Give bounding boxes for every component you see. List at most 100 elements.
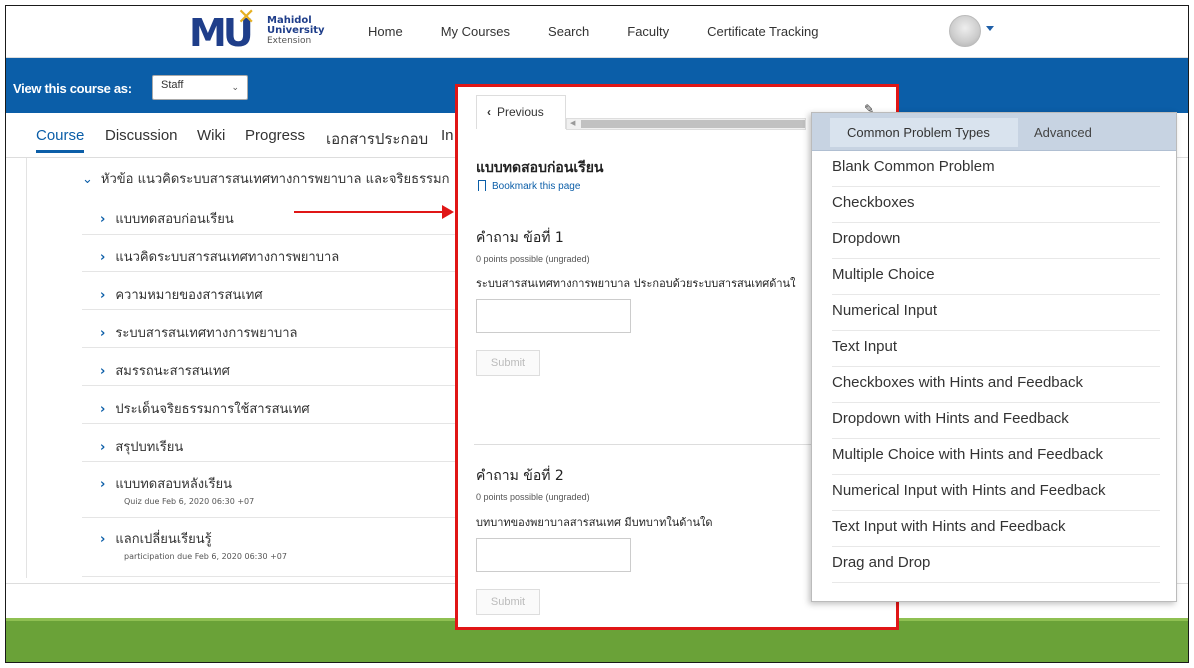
bookmark-icon	[478, 180, 486, 191]
divider	[82, 309, 462, 310]
chevron-right-icon: ›	[100, 402, 106, 417]
question-title: คำถาม ข้อที่ 2	[476, 468, 564, 484]
outline-item-label: ระบบสารสนเทศทางการพยาบาล	[115, 326, 298, 341]
menu-item-dropdown-hints[interactable]: Dropdown with Hints and Feedback	[832, 403, 1160, 439]
problem-type-menu: Common Problem Types Advanced Blank Comm…	[811, 112, 1177, 602]
tab-documents[interactable]: เอกสารประกอบ	[326, 127, 428, 151]
nav-link-certificate-tracking[interactable]: Certificate Tracking	[707, 24, 818, 39]
outline-section-title: หัวข้อ แนวคิดระบบสารสนเทศทางการพยาบาล แล…	[100, 172, 450, 187]
view-as-label: View this course as:	[13, 81, 132, 96]
menu-item-numerical-input[interactable]: Numerical Input	[832, 295, 1160, 331]
question-points: 0 points possible (ungraded)	[476, 492, 590, 502]
logo-line-3: Extension	[267, 36, 312, 46]
chevron-left-icon: ‹	[487, 105, 491, 119]
outline-divider	[26, 158, 27, 578]
menu-item-checkboxes-hints[interactable]: Checkboxes with Hints and Feedback	[832, 367, 1160, 403]
question-title: คำถาม ข้อที่ 1	[476, 230, 564, 246]
tab-discussion[interactable]: Discussion	[105, 127, 178, 144]
question-text: บทบาทของพยาบาลสารสนเทศ มีบทบาทในด้านใด	[476, 516, 713, 529]
divider	[82, 385, 462, 386]
question-text: ระบบสารสนเทศทางการพยาบาล ประกอบด้วยระบบส…	[476, 277, 796, 290]
chevron-right-icon: ›	[100, 212, 106, 227]
menu-item-text-input-hints[interactable]: Text Input with Hints and Feedback	[832, 511, 1160, 547]
divider	[82, 576, 462, 577]
divider	[82, 423, 462, 424]
horizontal-scrollbar[interactable]: ◀	[566, 118, 806, 130]
outline-item[interactable]: › ประเด็นจริยธรรมการใช้สารสนเทศ	[100, 398, 310, 419]
tab-advanced[interactable]: Advanced	[1034, 125, 1092, 140]
answer-input[interactable]	[476, 299, 631, 333]
bookmark-label: Bookmark this page	[492, 181, 581, 192]
outline-item-label: ประเด็นจริยธรรมการใช้สารสนเทศ	[115, 402, 310, 417]
bookmark-link[interactable]: Bookmark this page	[478, 180, 580, 192]
chevron-right-icon: ›	[100, 250, 106, 265]
logo-line-2: University	[267, 25, 325, 36]
submit-button[interactable]: Submit	[476, 350, 540, 376]
annotation-arrow-head-icon	[442, 205, 454, 219]
tab-common-problem-types[interactable]: Common Problem Types	[830, 118, 1018, 147]
user-avatar[interactable]	[949, 15, 981, 47]
menu-item-drag-and-drop[interactable]: Drag and Drop	[832, 547, 1160, 583]
outline-item[interactable]: › สมรรถนะสารสนเทศ	[100, 360, 230, 381]
divider	[82, 347, 462, 348]
outline-item[interactable]: › แนวคิดระบบสารสนเทศทางการพยาบาล	[100, 246, 339, 267]
user-menu-caret-icon[interactable]	[986, 26, 994, 31]
divider	[82, 461, 462, 462]
view-as-selected-value: Staff	[161, 79, 184, 91]
question-points: 0 points possible (ungraded)	[476, 254, 590, 264]
outline-item-label: สมรรถนะสารสนเทศ	[115, 364, 230, 379]
chevron-right-icon: ›	[100, 477, 106, 492]
divider	[82, 517, 462, 518]
outline-item-due: Quiz due Feb 6, 2020 06:30 +07	[124, 497, 255, 506]
tab-progress[interactable]: Progress	[245, 127, 305, 144]
logo-text: Mahidol University Extension	[267, 16, 325, 47]
unit-title: แบบทดสอบก่อนเรียน	[476, 160, 604, 176]
nav-links: Home My Courses Search Faculty Certifica…	[368, 24, 856, 39]
view-as-select[interactable]: Staff ⌄	[152, 75, 248, 100]
outline-item-label: แบบทดสอบหลังเรียน	[115, 477, 233, 492]
menu-item-blank-common-problem[interactable]: Blank Common Problem	[832, 151, 1160, 187]
nav-link-home[interactable]: Home	[368, 24, 403, 39]
scrollbar-thumb[interactable]	[581, 120, 805, 128]
chevron-down-icon: ⌄	[82, 172, 93, 187]
chevron-right-icon: ›	[100, 532, 106, 547]
problem-type-tabs: Common Problem Types Advanced	[812, 113, 1176, 151]
nav-link-search[interactable]: Search	[548, 24, 589, 39]
outline-item[interactable]: › แบบทดสอบก่อนเรียน	[100, 208, 234, 229]
menu-item-multiple-choice-hints[interactable]: Multiple Choice with Hints and Feedback	[832, 439, 1160, 475]
chevron-down-icon: ⌄	[231, 82, 239, 92]
outline-item-label: แลกเปลี่ยนเรียนรู้	[115, 532, 212, 547]
menu-item-dropdown[interactable]: Dropdown	[832, 223, 1160, 259]
university-logo[interactable]: MU ✕ Mahidol University Extension	[189, 5, 325, 55]
outline-section-header[interactable]: ⌄ หัวข้อ แนวคิดระบบสารสนเทศทางการพยาบาล แ…	[82, 168, 449, 189]
outline-item[interactable]: › สรุปบทเรียน	[100, 436, 183, 457]
mu-logo-mark: MU ✕	[189, 5, 256, 55]
previous-button[interactable]: ‹ Previous	[476, 95, 566, 129]
chevron-right-icon: ›	[100, 440, 106, 455]
nav-link-faculty[interactable]: Faculty	[627, 24, 669, 39]
outline-item-label: แบบทดสอบก่อนเรียน	[115, 212, 234, 227]
chevron-right-icon: ›	[100, 326, 106, 341]
top-navigation: MU ✕ Mahidol University Extension Home M…	[6, 6, 1188, 58]
chevron-right-icon: ›	[100, 364, 106, 379]
answer-input[interactable]	[476, 538, 631, 572]
tab-wiki[interactable]: Wiki	[197, 127, 225, 144]
outline-item[interactable]: › แลกเปลี่ยนเรียนรู้ participation due Feb…	[100, 528, 287, 561]
nav-link-my-courses[interactable]: My Courses	[441, 24, 510, 39]
outline-item[interactable]: › ความหมายของสารสนเทศ	[100, 284, 263, 305]
outline-item[interactable]: › ระบบสารสนเทศทางการพยาบาล	[100, 322, 298, 343]
outline-item-label: แนวคิดระบบสารสนเทศทางการพยาบาล	[115, 250, 340, 265]
outline-item[interactable]: › แบบทดสอบหลังเรียน Quiz due Feb 6, 2020 0…	[100, 473, 254, 506]
menu-item-numerical-input-hints[interactable]: Numerical Input with Hints and Feedback	[832, 475, 1160, 511]
divider	[82, 271, 462, 272]
chevron-right-icon: ›	[100, 288, 106, 303]
scroll-left-icon[interactable]: ◀	[570, 119, 575, 127]
tab-truncated[interactable]: In	[441, 127, 454, 144]
menu-item-text-input[interactable]: Text Input	[832, 331, 1160, 367]
outline-item-label: สรุปบทเรียน	[115, 440, 184, 455]
menu-item-checkboxes[interactable]: Checkboxes	[832, 187, 1160, 223]
outline-item-label: ความหมายของสารสนเทศ	[115, 288, 263, 303]
submit-button[interactable]: Submit	[476, 589, 540, 615]
tab-course[interactable]: Course	[36, 127, 85, 153]
menu-item-multiple-choice[interactable]: Multiple Choice	[832, 259, 1160, 295]
